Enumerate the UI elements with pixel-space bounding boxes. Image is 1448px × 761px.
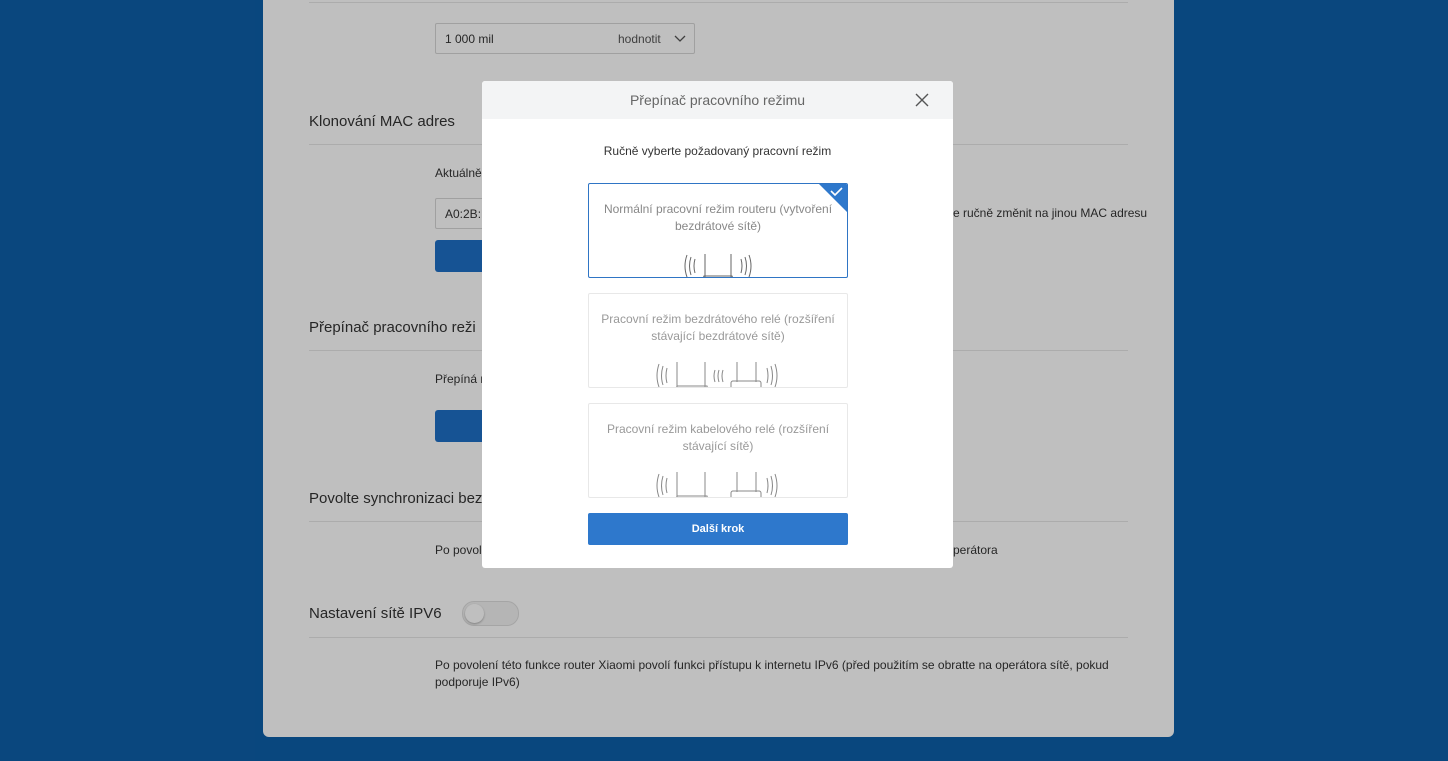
work-mode-dialog: Přepínač pracovního režimu Ručně vyberte… <box>482 81 953 568</box>
dialog-subtitle: Ručně vyberte požadovaný pracovní režim <box>603 144 832 158</box>
wired-relay-icon <box>656 472 778 497</box>
close-icon[interactable] <box>913 91 931 109</box>
mode-option-router[interactable]: Normální pracovní režim routeru (vytvoře… <box>588 183 848 278</box>
wireless-relay-icon <box>656 362 778 387</box>
dialog-header: Přepínač pracovního režimu <box>482 81 953 119</box>
next-step-button[interactable]: Další krok <box>588 513 848 545</box>
mode-option-wireless-relay[interactable]: Pracovní režim bezdrátového relé (rozšíř… <box>588 293 848 388</box>
single-router-icon <box>684 254 752 277</box>
dialog-title: Přepínač pracovního režimu <box>629 92 806 108</box>
mode-option-wired-relay[interactable]: Pracovní režim kabelového relé (rozšířen… <box>588 403 848 498</box>
check-icon <box>819 184 847 212</box>
